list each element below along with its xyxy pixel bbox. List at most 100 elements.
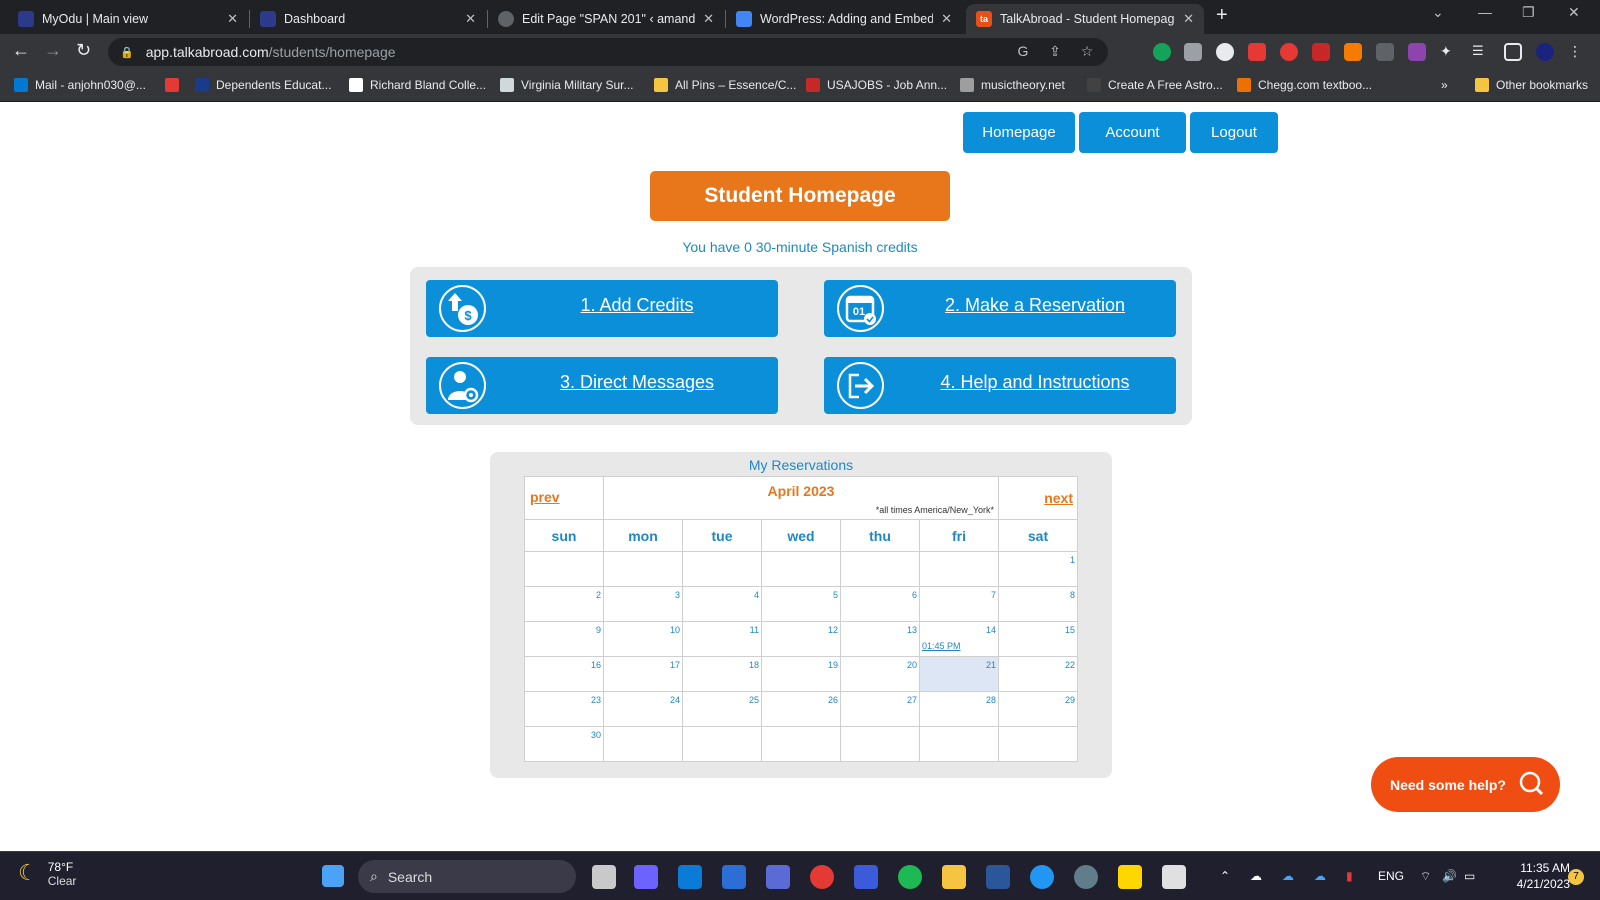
extension-icon[interactable] xyxy=(1184,43,1202,61)
logout-nav-button[interactable]: Logout xyxy=(1190,112,1278,153)
extension-icon[interactable] xyxy=(1216,43,1234,61)
calendar-day-cell[interactable]: 12 xyxy=(761,621,841,657)
language-indicator[interactable]: ENG xyxy=(1378,869,1404,883)
bookmark-item[interactable]: Chegg.com textboo... xyxy=(1237,78,1372,92)
minimize-icon[interactable]: — xyxy=(1478,4,1492,20)
calendar-day-cell[interactable]: 19 xyxy=(761,656,841,692)
bookmark-star-icon[interactable]: ☆ xyxy=(1078,43,1096,61)
bookmark-item[interactable]: USAJOBS - Job Ann... xyxy=(806,78,947,92)
store-icon[interactable] xyxy=(722,865,746,889)
file-explorer-icon[interactable] xyxy=(942,865,966,889)
prev-month-link[interactable]: prev xyxy=(524,476,604,520)
calendar-day-cell[interactable]: 8 xyxy=(998,586,1078,622)
windows-start-icon[interactable] xyxy=(322,865,344,887)
app-icon[interactable] xyxy=(854,865,878,889)
extension-icon[interactable] xyxy=(1344,43,1362,61)
calendar-day-cell[interactable]: 6 xyxy=(840,586,920,622)
battery-icon[interactable]: ▭ xyxy=(1464,869,1475,883)
calendar-day-cell[interactable]: 25 xyxy=(682,691,762,727)
calendar-day-cell[interactable]: 3 xyxy=(603,586,683,622)
bookmark-item[interactable]: Virginia Military Sur... xyxy=(500,78,633,92)
browser-tab-active[interactable]: ta TalkAbroad - Student Homepage ✕ xyxy=(966,4,1204,34)
address-bar[interactable]: 🔒 app.talkabroad.com /students/homepage … xyxy=(108,38,1108,66)
mail-icon[interactable] xyxy=(678,865,702,889)
browser-tab[interactable]: Dashboard ✕ xyxy=(250,4,486,34)
menu-icon[interactable]: ⋮ xyxy=(1568,43,1586,61)
calendar-day-cell[interactable]: 24 xyxy=(603,691,683,727)
bookmark-item[interactable] xyxy=(165,78,186,92)
browser-tab[interactable]: WordPress: Adding and Embedd ✕ xyxy=(726,4,962,34)
taskbar-search[interactable]: ⌕ Search xyxy=(358,860,576,893)
extension-icon[interactable] xyxy=(1280,43,1298,61)
bookmark-item[interactable]: musictheory.net xyxy=(960,78,1065,92)
calendar-day-cell[interactable]: 17 xyxy=(603,656,683,692)
teams-icon[interactable] xyxy=(634,865,658,889)
bookmark-item[interactable]: Create A Free Astro... xyxy=(1087,78,1223,92)
next-month-link[interactable]: next xyxy=(998,476,1078,520)
calendar-day-cell[interactable]: 20 xyxy=(840,656,920,692)
word-icon[interactable] xyxy=(986,865,1010,889)
close-tab-icon[interactable]: ✕ xyxy=(227,11,238,27)
calendar-day-cell[interactable]: 7 xyxy=(919,586,999,622)
calendar-day-cell[interactable]: 30 xyxy=(524,726,604,762)
new-tab-icon[interactable]: + xyxy=(1216,4,1228,27)
settings-gear-icon[interactable] xyxy=(1074,865,1098,889)
forward-icon[interactable]: → xyxy=(44,40,62,61)
wifi-icon[interactable]: ⌔ xyxy=(1420,869,1431,884)
calendar-day-cell[interactable]: 22 xyxy=(998,656,1078,692)
close-tab-icon[interactable]: ✕ xyxy=(1183,11,1194,27)
extension-icon[interactable] xyxy=(1408,43,1426,61)
direct-messages-button[interactable]: 3. Direct Messages xyxy=(426,357,778,414)
add-credits-button[interactable]: $ 1. Add Credits xyxy=(426,280,778,337)
spotify-icon[interactable] xyxy=(898,865,922,889)
puzzle-icon[interactable]: ✦ xyxy=(1440,43,1458,61)
calendar-day-cell[interactable]: 28 xyxy=(919,691,999,727)
account-nav-button[interactable]: Account xyxy=(1079,112,1186,153)
calendar-day-cell[interactable]: 4 xyxy=(682,586,762,622)
onedrive-icon[interactable]: ☁ xyxy=(1314,869,1326,883)
need-help-button[interactable]: Need some help? xyxy=(1371,757,1560,812)
make-reservation-button[interactable]: 01 2. Make a Reservation xyxy=(824,280,1176,337)
bookmark-item[interactable]: Richard Bland Colle... xyxy=(349,78,486,92)
close-tab-icon[interactable]: ✕ xyxy=(703,11,714,27)
reload-icon[interactable]: ↻ xyxy=(76,40,91,61)
sticky-notes-icon[interactable] xyxy=(1118,865,1142,889)
close-tab-icon[interactable]: ✕ xyxy=(941,11,952,27)
snipping-tool-icon[interactable] xyxy=(1162,865,1186,889)
reading-list-icon[interactable]: ☰ xyxy=(1472,43,1490,61)
more-bookmarks-icon[interactable]: » xyxy=(1441,78,1448,92)
calendar-day-cell[interactable]: 13 xyxy=(840,621,920,657)
calendar-day-cell[interactable]: 16 xyxy=(524,656,604,692)
calendar-day-cell[interactable]: 15 xyxy=(998,621,1078,657)
close-window-icon[interactable]: ✕ xyxy=(1568,4,1580,21)
calendar-day-cell[interactable]: 29 xyxy=(998,691,1078,727)
cloud-icon[interactable]: ☁ xyxy=(1250,869,1262,883)
calendar-day-cell[interactable]: 10 xyxy=(603,621,683,657)
grammarly-extension-icon[interactable] xyxy=(1153,43,1171,61)
side-panel-icon[interactable] xyxy=(1504,43,1522,61)
weather-widget[interactable]: ☾ 78°F Clear xyxy=(18,860,76,888)
onedrive-icon[interactable]: ☁ xyxy=(1282,869,1294,883)
extension-icon[interactable] xyxy=(1312,43,1330,61)
chrome-icon[interactable] xyxy=(810,865,834,889)
help-instructions-button[interactable]: 4. Help and Instructions xyxy=(824,357,1176,414)
tab-search-icon[interactable]: ⌄ xyxy=(1432,4,1444,21)
bookmark-item[interactable]: Dependents Educat... xyxy=(195,78,331,92)
back-icon[interactable]: ← xyxy=(12,40,30,61)
calendar-day-cell[interactable]: 2 xyxy=(524,586,604,622)
shield-icon[interactable] xyxy=(1376,43,1394,61)
calendar-day-cell[interactable]: 14 01:45 PM xyxy=(919,621,999,657)
app-icon[interactable] xyxy=(766,865,790,889)
calendar-day-cell[interactable]: 1 xyxy=(998,551,1078,587)
calendar-day-cell[interactable]: 18 xyxy=(682,656,762,692)
task-view-icon[interactable] xyxy=(592,865,616,889)
calendar-day-cell[interactable]: 21 xyxy=(919,656,999,692)
browser-tab[interactable]: Edit Page "SPAN 201" ‹ amandaj ✕ xyxy=(488,4,724,34)
calendar-day-cell[interactable]: 11 xyxy=(682,621,762,657)
calendar-day-cell[interactable]: 9 xyxy=(524,621,604,657)
browser-tab[interactable]: MyOdu | Main view ✕ xyxy=(8,4,248,34)
bookmark-item[interactable]: All Pins – Essence/C... xyxy=(654,78,796,92)
reservation-time-link[interactable]: 01:45 PM xyxy=(922,641,961,651)
google-lens-icon[interactable]: G xyxy=(1014,43,1032,61)
restore-icon[interactable]: ❐ xyxy=(1522,4,1535,21)
